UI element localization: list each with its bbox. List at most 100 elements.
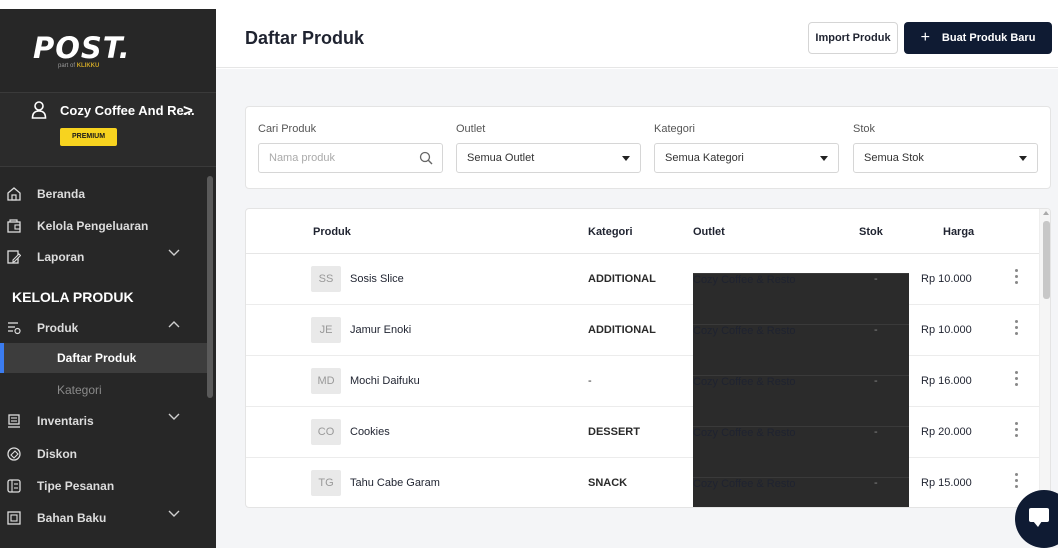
stok-label: Stok [853, 123, 876, 135]
product-name[interactable]: Sosis Slice [350, 273, 404, 285]
product-category: DESSERT [588, 426, 640, 438]
sidebar-item-label: Diskon [37, 447, 78, 461]
product-name[interactable]: Mochi Daifuku [350, 375, 420, 387]
sidebar-item-label: Produk [37, 321, 79, 335]
search-placeholder: Nama produk [269, 152, 336, 164]
section-title-kelola-produk: KELOLA PRODUK [12, 289, 134, 305]
sidebar-item-inventaris[interactable]: Inventaris [0, 410, 207, 432]
sidebar-item-label: Laporan [37, 250, 85, 264]
table-row[interactable]: JE Jamur Enoki ADDITIONAL Cozy Coffee & … [246, 305, 1039, 399]
sidebar: POST. part of KLIKKU [0, 9, 216, 548]
caret-down-icon [622, 156, 630, 161]
product-stock: - [874, 273, 878, 285]
outlet-label: Outlet [456, 123, 486, 135]
product-category: ADDITIONAL [588, 273, 656, 285]
warehouse-icon [8, 414, 20, 428]
column-header-produk[interactable]: Produk [313, 226, 351, 238]
product-name[interactable]: Tahu Cabe Garam [350, 477, 440, 489]
sidebar-subitem-kategori[interactable]: Kategori [0, 375, 207, 405]
sidebar-item-label: Bahan Baku [37, 511, 107, 525]
product-price: Rp 20.000 [921, 426, 972, 438]
product-category: SNACK [588, 477, 628, 489]
table-row[interactable]: CO Cookies DESSERT Cozy Coffee & Resto -… [246, 407, 1039, 501]
home-icon [7, 187, 21, 201]
sidebar-item-label: Inventaris [37, 414, 94, 428]
table-row[interactable]: SS Sosis Slice ADDITIONAL Cozy Coffee & … [246, 254, 1039, 348]
logo-sub-brand: KLIKKU [76, 63, 100, 69]
search-icon[interactable] [419, 151, 433, 165]
column-header-kategori[interactable]: Kategori [588, 226, 633, 238]
chevron-down-icon [168, 249, 180, 256]
product-stock: - [874, 426, 878, 438]
scroll-up-icon[interactable] [1043, 211, 1049, 215]
app: POST. part of KLIKKU Cozy Coffee And Re.… [0, 0, 1058, 548]
table-header: Produk Kategori Outlet Stok Harga [246, 209, 1039, 254]
sidebar-item-laporan[interactable]: Laporan [0, 246, 207, 268]
sidebar-scrollbar[interactable] [207, 176, 213, 398]
stok-select[interactable]: Semua Stok [853, 143, 1038, 173]
product-table: Produk Kategori Outlet Stok Harga SS Sos… [245, 208, 1051, 508]
sidebar-item-label: Kelola Pengeluaran [37, 219, 149, 233]
product-initials-avatar: SS [311, 266, 341, 292]
sidebar-item-diskon[interactable]: Diskon [0, 443, 207, 465]
table-scrollbar[interactable] [1039, 209, 1050, 507]
import-product-button[interactable]: Import Produk [808, 22, 898, 54]
column-header-stok[interactable]: Stok [859, 226, 883, 238]
more-vertical-icon[interactable] [1013, 422, 1019, 440]
page-title: Daftar Produk [245, 28, 365, 48]
ingredient-box-icon [7, 511, 21, 525]
chat-bubble-icon [1029, 508, 1049, 522]
product-stock: - [874, 324, 878, 336]
create-product-button[interactable]: + Buat Produk Baru [904, 22, 1052, 54]
sidebar-item-tipe-pesanan[interactable]: Tipe Pesanan [0, 475, 207, 497]
product-category: ADDITIONAL [588, 324, 656, 336]
more-vertical-icon[interactable] [1013, 320, 1019, 338]
more-vertical-icon[interactable] [1013, 269, 1019, 287]
outlet-select[interactable]: Semua Outlet [456, 143, 641, 173]
more-vertical-icon[interactable] [1013, 473, 1019, 491]
product-name[interactable]: Jamur Enoki [350, 324, 411, 336]
chevron-up-icon [168, 321, 180, 328]
sidebar-item-label: Tipe Pesanan [37, 479, 115, 493]
report-edit-icon [7, 250, 21, 264]
sidebar-item-bahan-baku[interactable]: Bahan Baku [0, 507, 207, 529]
chevron-right-icon[interactable]: > [183, 101, 193, 121]
filter-panel: Cari Produk Nama produk Outlet Semua Out… [245, 106, 1051, 189]
product-name[interactable]: Cookies [350, 426, 390, 438]
table-row[interactable]: TG Tahu Cabe Garam SNACK Cozy Coffee & R… [246, 458, 1039, 507]
product-initials-avatar: TG [311, 470, 341, 496]
product-initials-avatar: MD [311, 368, 341, 394]
product-price: Rp 10.000 [921, 273, 972, 285]
sidebar-item-label: Beranda [37, 187, 86, 201]
column-header-harga[interactable]: Harga [943, 226, 974, 238]
product-price: Rp 15.000 [921, 477, 972, 489]
wallet-icon [7, 219, 21, 233]
sidebar-subitem-daftar-produk[interactable]: Daftar Produk [0, 343, 207, 373]
chevron-down-icon [168, 413, 180, 420]
search-label: Cari Produk [258, 123, 317, 135]
create-product-label: Buat Produk Baru [941, 32, 1036, 44]
scrollbar-thumb[interactable] [1043, 221, 1050, 299]
premium-badge: PREMIUM [60, 128, 117, 146]
table-row[interactable]: MD Mochi Daifuku - Cozy Coffee & Resto -… [246, 356, 1039, 450]
kategori-select[interactable]: Semua Kategori [654, 143, 839, 173]
outlet-select-value: Semua Outlet [467, 152, 535, 164]
column-header-outlet[interactable]: Outlet [693, 226, 725, 238]
product-initials-avatar: JE [311, 317, 341, 343]
caret-down-icon [820, 156, 828, 161]
kategori-label: Kategori [654, 123, 695, 135]
caret-down-icon [1019, 156, 1027, 161]
plus-icon: + [920, 29, 930, 46]
stok-select-value: Semua Stok [864, 152, 924, 164]
logo-text: POST. [33, 31, 131, 65]
discount-tag-icon [7, 447, 21, 461]
chevron-down-icon [168, 510, 180, 517]
sidebar-item-beranda[interactable]: Beranda [0, 183, 207, 205]
product-price: Rp 16.000 [921, 375, 972, 387]
sidebar-item-kelola-pengeluaran[interactable]: Kelola Pengeluaran [0, 215, 207, 237]
logo-sub-prefix: part of [58, 63, 76, 69]
more-vertical-icon[interactable] [1013, 371, 1019, 389]
sidebar-item-produk[interactable]: Produk [0, 317, 207, 339]
search-input[interactable]: Nama produk [258, 143, 443, 173]
logo[interactable]: POST. part of KLIKKU [33, 31, 131, 69]
